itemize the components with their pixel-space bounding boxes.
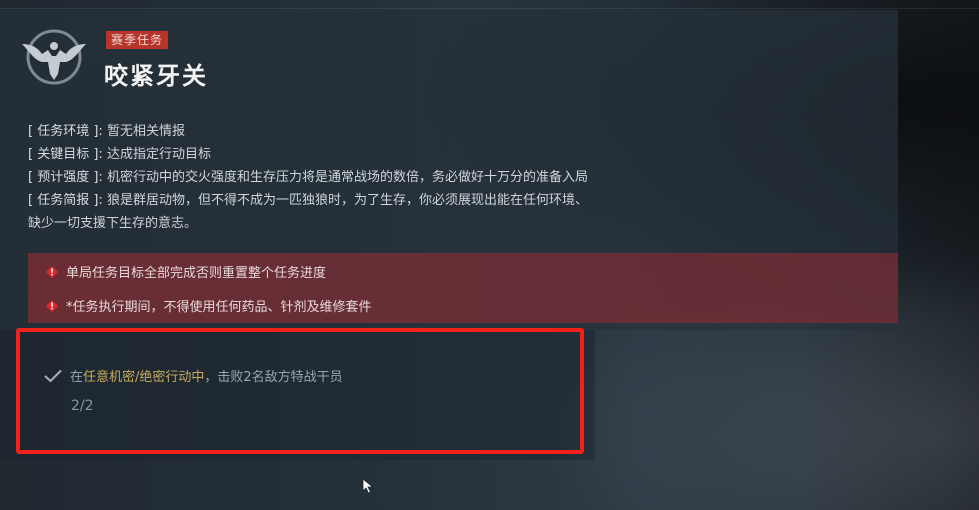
- warning-text-no-items: *任务执行期间，不得使用任何药品、针剂及维修套件: [66, 300, 372, 315]
- info-row-environment: [ 任务环境 ]: 暂无相关情报: [28, 120, 748, 143]
- top-divider: [0, 8, 979, 9]
- mission-title: 咬紧牙关: [104, 62, 208, 90]
- info-row-intensity: [ 预计强度 ]: 机密行动中的交火强度和生存压力将是通常战场的数倍，务必做好十…: [28, 166, 748, 189]
- info-row-briefing-cont: 缺少一切支援下生存的意志。: [28, 212, 748, 235]
- info-value-environment: 暂无相关情报: [106, 124, 185, 139]
- mission-info: [ 任务环境 ]: 暂无相关情报 [ 关键目标 ]: 达成指定行动目标 [ 预计…: [28, 120, 748, 235]
- info-label-briefing: [ 任务简报 ]:: [28, 193, 103, 208]
- info-value-key-objective: 达成指定行动目标: [106, 147, 211, 162]
- warning-box: 单局任务目标全部完成否则重置整个任务进度 *任务执行期间，不得使用任何药品、针剂…: [28, 253, 898, 323]
- info-value-intensity: 机密行动中的交火强度和生存压力将是通常战场的数倍，务必做好十万分的准备入局: [106, 170, 588, 185]
- annotation-frame: [16, 328, 584, 454]
- info-label-environment: [ 任务环境 ]:: [28, 124, 103, 139]
- info-row-briefing: [ 任务简报 ]: 狼是群居动物，但不得不成为一匹独狼时，为了生存，你必须展现出…: [28, 189, 748, 212]
- info-value-briefing-cont: 缺少一切支援下生存的意志。: [28, 216, 198, 231]
- warning-item: 单局任务目标全部完成否则重置整个任务进度: [46, 262, 326, 281]
- info-label-intensity: [ 预计强度 ]:: [28, 170, 103, 185]
- info-row-key-objective: [ 关键目标 ]: 达成指定行动目标: [28, 143, 748, 166]
- info-value-briefing: 狼是群居动物，但不得不成为一匹独狼时，为了生存，你必须展现出能在任何环境、: [106, 193, 588, 208]
- exclamation-diamond-icon: [46, 265, 58, 278]
- mouse-cursor-icon: [362, 478, 374, 494]
- eagle-emblem-icon: [18, 26, 90, 88]
- info-label-key-objective: [ 关键目标 ]:: [28, 147, 103, 162]
- exclamation-diamond-icon: [46, 299, 58, 312]
- mission-tag: 赛季任务: [106, 31, 169, 49]
- warning-item: *任务执行期间，不得使用任何药品、针剂及维修套件: [46, 296, 372, 315]
- warning-text-reset: 单局任务目标全部完成否则重置整个任务进度: [66, 266, 327, 281]
